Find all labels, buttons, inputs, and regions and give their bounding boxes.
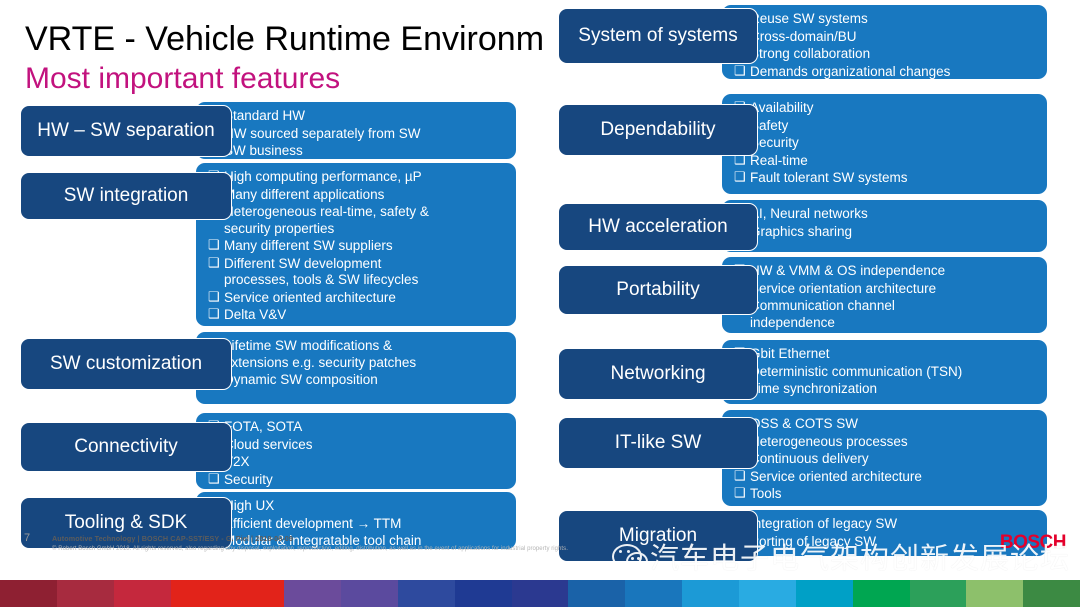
watermark: 汽车电子电气架构创新发展论坛 xyxy=(612,535,1070,577)
feature-bullet: Real-time xyxy=(734,152,1037,170)
feature-bullet: High computing performance, µP xyxy=(208,168,506,186)
feature-bullet: HW sourced separately from SW xyxy=(208,125,506,143)
feature-bullet: Demands organizational changes xyxy=(734,63,1037,81)
feature-detail-panel: FOTA, SOTACloud servicesV2XSecurity xyxy=(196,413,516,489)
feature-bullet: Lifetime SW modifications & extensions e… xyxy=(208,337,506,371)
feature-bullet: Service oriented architecture xyxy=(208,289,506,307)
feature-bullet: Different SW development processes, tool… xyxy=(208,255,506,289)
feature-bullet: Security xyxy=(208,471,506,489)
page-title: VRTE - Vehicle Runtime Environm xyxy=(25,20,545,58)
page-subtitle: Most important features xyxy=(25,62,341,95)
feature-detail-panel: High computing performance, µPMany diffe… xyxy=(196,163,516,326)
feature-bullet: Availability xyxy=(734,99,1037,117)
supergraphic-segment xyxy=(170,580,228,607)
feature-bullet: Cross-domain/BU xyxy=(734,28,1037,46)
supergraphic-segment xyxy=(625,580,683,607)
feature-detail-panel: Lifetime SW modifications & extensions e… xyxy=(196,332,516,404)
feature-bullet: Continuous delivery xyxy=(734,450,1037,468)
feature-label-dependability[interactable]: Dependability xyxy=(558,104,758,156)
feature-label-hw-acceleration[interactable]: HW acceleration xyxy=(558,203,758,251)
supergraphic-segment xyxy=(1023,580,1080,607)
supergraphic-segment xyxy=(738,580,796,607)
supergraphic-segment xyxy=(454,580,512,607)
feature-detail-panel: Standard HWHW sourced separately from SW… xyxy=(196,102,516,159)
supergraphic-segment xyxy=(909,580,967,607)
feature-bullet: SW business xyxy=(208,142,506,160)
slide-canvas: VRTE - Vehicle Runtime Environm Most imp… xyxy=(0,0,1080,607)
feature-bullet: Service orientation architecture xyxy=(734,280,1037,298)
supergraphic-segment xyxy=(852,580,910,607)
feature-bullet: Gbit Ethernet xyxy=(734,345,1037,363)
feature-bullet: Reuse SW systems xyxy=(734,10,1037,28)
feature-label-it-like-sw[interactable]: IT-like SW xyxy=(558,417,758,469)
feature-bullet: Graphics sharing xyxy=(734,223,1037,241)
footer-copyright: © Robert Bosch GmbH 2018. All rights res… xyxy=(52,546,568,552)
feature-detail-panel: HW & VMM & OS independenceService orient… xyxy=(722,257,1047,333)
feature-label-connectivity[interactable]: Connectivity xyxy=(20,422,232,472)
feature-label-networking[interactable]: Networking xyxy=(558,348,758,400)
feature-bullet: High UX xyxy=(208,497,506,515)
feature-bullet: Fault tolerant SW systems xyxy=(734,169,1037,187)
supergraphic-segment xyxy=(397,580,455,607)
feature-bullet: V2X xyxy=(208,453,506,471)
feature-detail-panel: Reuse SW systemsCross-domain/BUStrong co… xyxy=(722,5,1047,79)
supergraphic-segment xyxy=(511,580,569,607)
supergraphic-segment xyxy=(0,580,57,607)
feature-bullet: Service oriented architecture xyxy=(734,468,1037,486)
feature-bullet: Deterministic communication (TSN) xyxy=(734,363,1037,381)
footer-credit: Automotive Technology | BOSCH CAP-SST/ES… xyxy=(52,534,294,543)
feature-label-portability[interactable]: Portability xyxy=(558,265,758,315)
supergraphic-segment xyxy=(795,580,853,607)
wechat-icon xyxy=(612,542,648,571)
feature-label-hw-sw-separation[interactable]: HW – SW separation xyxy=(20,105,232,157)
feature-bullet: Many different SW suppliers xyxy=(208,237,506,255)
feature-label-system-of-systems[interactable]: System of systems xyxy=(558,8,758,64)
supergraphic-segment xyxy=(284,580,342,607)
supergraphic-segment xyxy=(56,580,114,607)
feature-bullet: Security xyxy=(734,134,1037,152)
feature-detail-panel: AI, Neural networksGraphics sharing xyxy=(722,200,1047,252)
feature-bullet: Safety xyxy=(734,117,1037,135)
feature-bullet: Heterogeneous processes xyxy=(734,433,1037,451)
feature-bullet: OSS & COTS SW xyxy=(734,415,1037,433)
page-number: 7 xyxy=(24,532,31,544)
feature-bullet: Standard HW xyxy=(208,107,506,125)
feature-label-sw-integration[interactable]: SW integration xyxy=(20,172,232,220)
feature-bullet: Time synchronization xyxy=(734,380,1037,398)
feature-bullet: Cloud services xyxy=(208,436,506,454)
supergraphic-segment xyxy=(227,580,285,607)
feature-bullet: Strong collaboration xyxy=(734,45,1037,63)
bosch-supergraphic-bar xyxy=(0,580,1080,607)
feature-bullet: Many different applications xyxy=(208,186,506,204)
feature-bullet: Communication channel independence xyxy=(734,297,1037,331)
supergraphic-segment xyxy=(966,580,1024,607)
feature-bullet: Delta V&V xyxy=(208,306,506,324)
feature-detail-panel: Gbit EthernetDeterministic communication… xyxy=(722,340,1047,404)
supergraphic-segment xyxy=(341,580,398,607)
watermark-text: 汽车电子电气架构创新发展论坛 xyxy=(650,541,1071,575)
supergraphic-segment xyxy=(568,580,626,607)
feature-bullet: Dynamic SW composition xyxy=(208,371,506,389)
supergraphic-segment xyxy=(113,580,171,607)
supergraphic-segment xyxy=(682,580,739,607)
feature-bullet: Heterogeneous real-time, safety & securi… xyxy=(208,203,506,237)
feature-detail-panel: OSS & COTS SWHeterogeneous processesCont… xyxy=(722,410,1047,506)
feature-bullet: HW & VMM & OS independence xyxy=(734,262,1037,280)
feature-bullet: AI, Neural networks xyxy=(734,205,1037,223)
feature-bullet: Tools xyxy=(734,485,1037,503)
feature-bullet: FOTA, SOTA xyxy=(208,418,506,436)
feature-label-sw-customization[interactable]: SW customization xyxy=(20,338,232,390)
feature-detail-panel: AvailabilitySafetySecurityReal-timeFault… xyxy=(722,94,1047,194)
